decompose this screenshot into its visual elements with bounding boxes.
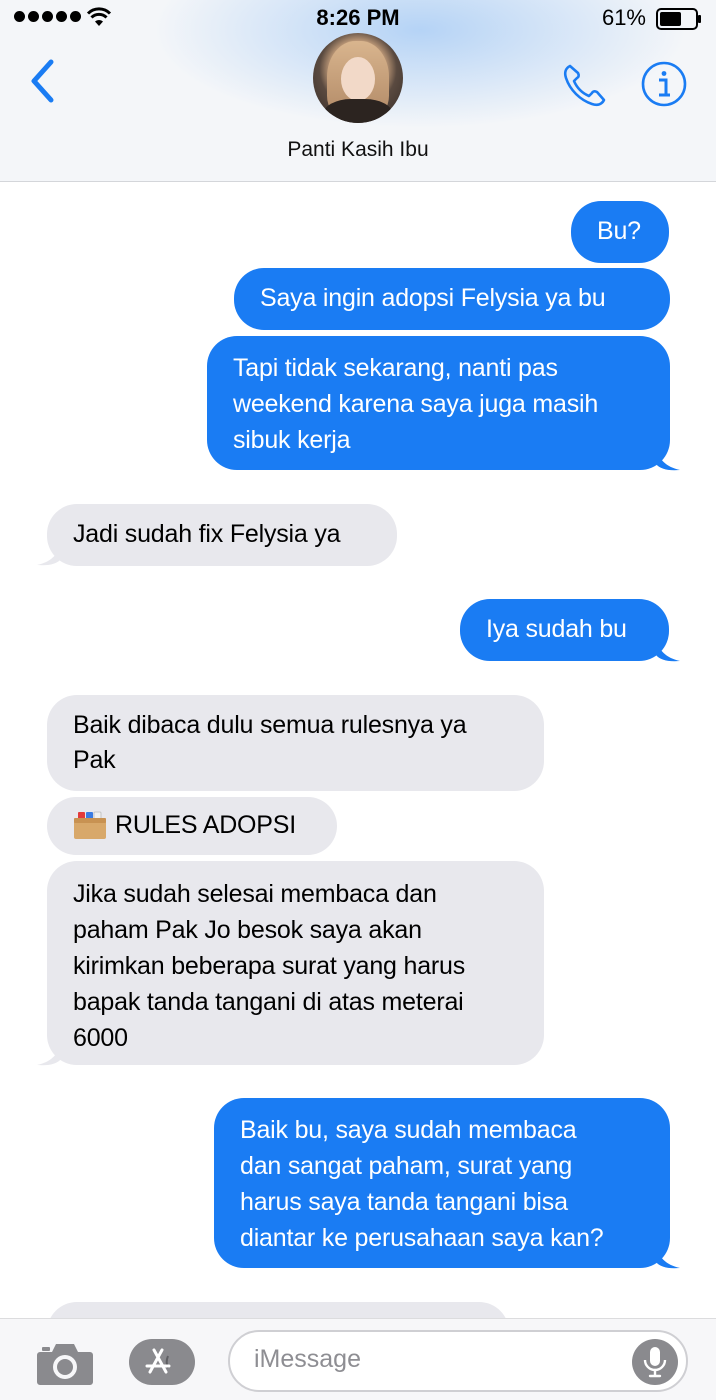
received-message[interactable]: RULES ADOPSI <box>47 797 337 855</box>
message-text: Jadi sudah fix Felysia ya <box>73 520 341 548</box>
message-input-placeholder: iMessage <box>254 1345 361 1373</box>
app-store-icon[interactable] <box>128 1338 196 1386</box>
battery-percentage: 61% <box>601 5 646 30</box>
message-text: RULES ADOPSI <box>115 810 296 839</box>
sent-message[interactable]: Baik bu, saya sudah membaca dan sangat p… <box>214 1098 670 1268</box>
microphone-icon[interactable] <box>631 1338 679 1386</box>
message-text: Bu? <box>597 217 641 245</box>
message-text: 6000 <box>73 1024 128 1052</box>
received-bubble-tail <box>37 1042 61 1066</box>
info-icon[interactable] <box>640 60 688 108</box>
message-text: Saya ingin adopsi Felysia ya bu <box>260 284 606 312</box>
message-text: Baik bu, saya sudah membaca <box>240 1116 577 1144</box>
message-text: sibuk kerja <box>233 426 351 454</box>
message-text: Tapi tidak sekarang, nanti pas <box>233 354 558 382</box>
message-text: Baik dibaca dulu semua rulesnya ya <box>73 711 467 739</box>
file-box-icon <box>74 811 106 839</box>
sent-bubble-tail <box>656 638 680 662</box>
phone-icon[interactable] <box>560 60 610 110</box>
message-text: kirimkan beberapa surat yang harus <box>73 952 466 980</box>
message-text: bapak tanda tangani di atas meterai <box>73 988 464 1016</box>
camera-icon[interactable] <box>36 1338 94 1386</box>
contact-avatar[interactable] <box>313 33 403 123</box>
contact-name[interactable]: Panti Kasih Ibu <box>0 138 716 162</box>
message-text: harus saya tanda tangani bisa <box>240 1188 568 1216</box>
sent-bubble-tail <box>656 1245 680 1269</box>
message-text: diantar ke perusahaan saya kan? <box>240 1224 604 1252</box>
conversation-header: 8:26 PM 61% Panti Kasih Ibu <box>0 0 716 182</box>
battery-icon <box>656 8 701 30</box>
message-text: weekend karena saya juga masih <box>233 390 599 418</box>
message-text: Jika sudah selesai membaca dan <box>73 880 437 908</box>
received-message[interactable]: Baik dibaca dulu semua rulesnya ya Pak <box>47 695 544 791</box>
sent-message[interactable]: Saya ingin adopsi Felysia ya bu <box>234 268 670 330</box>
message-text: Iya sudah bu <box>486 615 627 643</box>
message-text: dan sangat paham, surat yang <box>240 1152 573 1180</box>
sent-message[interactable]: Tapi tidak sekarang, nanti pas weekend k… <box>207 336 670 470</box>
sent-bubble-tail <box>656 447 680 471</box>
back-chevron-icon[interactable] <box>26 56 60 106</box>
sent-message[interactable]: Bu? <box>571 201 669 263</box>
message-text: paham Pak Jo besok saya akan <box>73 916 422 944</box>
message-text: Pak <box>73 746 116 774</box>
sent-message[interactable]: Iya sudah bu <box>460 599 669 661</box>
received-bubble-tail <box>37 542 61 566</box>
received-message[interactable]: Jadi sudah fix Felysia ya <box>47 504 397 566</box>
received-message[interactable]: Jika sudah selesai membaca dan paham Pak… <box>47 861 544 1065</box>
